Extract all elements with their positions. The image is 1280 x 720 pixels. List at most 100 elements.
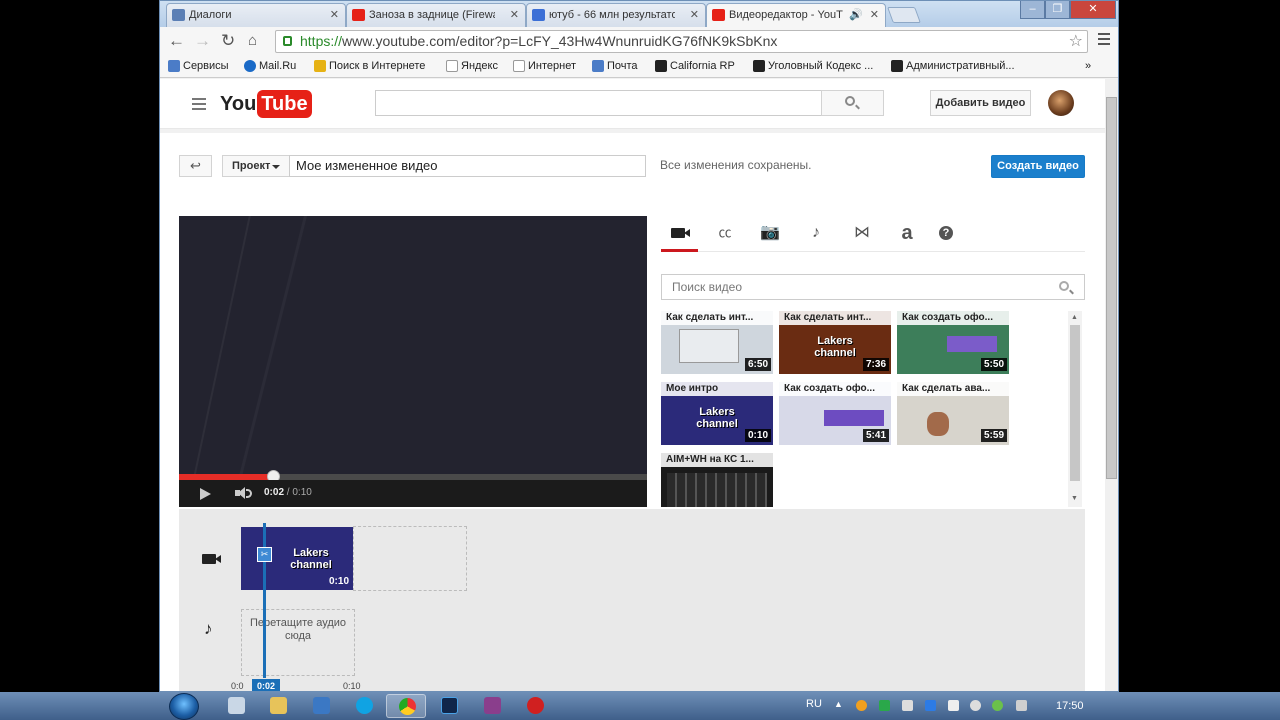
audio-drop-zone[interactable]: Перетащите аудио сюда [241,609,355,676]
library-video[interactable]: AIM+WH на КС 1... [661,453,773,507]
taskbar-recorder[interactable] [515,694,555,718]
youtube-logo[interactable]: You Tube [220,90,312,118]
time-display: 0:02 / 0:10 [264,487,312,498]
bookmark-yandex[interactable]: Яндекс [446,60,498,72]
timeline: ♪ Lakers channel 0:10 Перетащите аудио сю… [179,509,1085,691]
cc-icon[interactable]: ㏄ [714,224,736,242]
bookmark-star-icon[interactable]: ☆ [1069,31,1083,52]
tray-app-icon[interactable] [902,700,913,711]
library-video[interactable]: Как сделать инт... 6:50 [661,311,773,374]
site-icon [891,60,903,72]
taskbar-explorer-libs[interactable] [216,694,256,718]
bookmark-mailru[interactable]: Mail.Ru [244,60,296,72]
library-scroll-thumb[interactable] [1070,325,1080,481]
forward-arrow-icon[interactable]: → [194,31,211,51]
search-input[interactable] [375,90,823,116]
back-arrow-icon[interactable]: ← [168,31,185,51]
reload-icon[interactable]: ↻ [221,31,235,51]
archiver-icon [484,697,501,714]
bookmarks-more[interactable]: » [1085,60,1091,72]
volume-tray-icon[interactable] [970,700,981,711]
search-icon [1059,281,1069,291]
video-player[interactable]: 0:02 / 0:10 [179,216,647,507]
start-button[interactable] [169,693,199,720]
chrome-menu-icon[interactable] [1098,33,1110,47]
project-title-input[interactable]: Мое измененное видео [289,155,646,177]
taskbar-app[interactable] [301,694,341,718]
tab-search[interactable]: ютуб - 66 млн результато ✕ [526,3,706,27]
text-icon[interactable]: a [896,223,918,243]
page-icon [446,60,458,72]
mail-icon [592,60,604,72]
library-video[interactable]: Lakers channel Как сделать инт... 7:36 [779,311,891,374]
minimize-button[interactable]: – [1020,1,1045,19]
clock[interactable]: 17:50 [1056,700,1084,712]
tray-app-icon[interactable] [879,700,890,711]
desktop: Диалоги ✕ Заноза в заднице (Firewa ✕ юту… [0,0,1280,720]
browser-toolbar: ← → ↻ ⌂ https://www.youtube.com/editor?p… [160,27,1118,56]
bookmark-services[interactable]: Сервисы [168,60,229,72]
close-tab-icon[interactable]: ✕ [690,8,699,21]
taskbar-chrome[interactable] [386,694,426,718]
taskbar-archiver[interactable] [472,694,512,718]
library-scrollbar[interactable]: ▲ ▼ [1068,311,1082,507]
close-tab-icon[interactable]: ✕ [870,8,879,21]
library-video[interactable]: Как создать офо... 5:50 [897,311,1009,374]
active-tab-indicator [661,249,698,252]
new-tab-button[interactable] [887,7,921,23]
bookmark-california[interactable]: California RP [655,60,735,72]
video-camera-icon[interactable] [667,224,690,242]
scroll-down-icon[interactable]: ▼ [1071,495,1078,502]
tab-dialogs[interactable]: Диалоги ✕ [166,3,346,27]
play-icon[interactable] [200,488,211,500]
windows-flag-icon[interactable] [925,700,936,711]
video-drop-zone[interactable] [353,526,467,591]
taskbar-photoshop[interactable] [429,694,469,718]
bookmark-internet[interactable]: Интернет [513,60,576,72]
tray-expand-icon[interactable]: ▲ [834,699,843,709]
library-video[interactable]: Как создать офо... 5:41 [779,382,891,445]
taskbar-skype[interactable] [344,694,384,718]
folder-icon [270,697,287,714]
scroll-up-icon[interactable]: ▲ [1071,314,1078,321]
library-video[interactable]: Lakers channel Мое интро 0:10 [661,382,773,445]
guide-menu-icon[interactable] [192,98,206,113]
tray-app-icon[interactable] [1016,700,1027,711]
video-search-input[interactable]: Поиск видео [661,274,1085,300]
lock-icon [283,36,292,46]
page-scrollbar[interactable] [1105,79,1118,691]
address-bar[interactable]: https://www.youtube.com/editor?p=LcFY_43… [275,30,1088,53]
music-note-icon[interactable]: ♪ [805,224,827,242]
video-track-icon [202,549,221,569]
mailru-icon [244,60,256,72]
transitions-icon[interactable]: ⋈ [851,224,873,242]
page-scroll-thumb[interactable] [1106,97,1117,479]
home-icon[interactable]: ⌂ [248,32,257,49]
tab-zanoza[interactable]: Заноза в заднице (Firewa ✕ [346,3,526,27]
bookmark-mail[interactable]: Почта [592,60,638,72]
volume-icon[interactable] [235,487,253,500]
upload-button[interactable]: Добавить видео [930,90,1031,116]
close-tab-icon[interactable]: ✕ [330,8,339,21]
taskbar-explorer[interactable] [258,694,298,718]
close-tab-icon[interactable]: ✕ [510,8,519,21]
library-video[interactable]: Как сделать ава... 5:59 [897,382,1009,445]
tab-video-editor[interactable]: Видеоредактор - YouT 🔊 ✕ [706,3,886,27]
camera-photo-icon[interactable]: 📷 [759,224,781,242]
tray-app-icon[interactable] [856,700,867,711]
create-video-button[interactable]: Создать видео [991,155,1085,178]
bookmark-search[interactable]: Поиск в Интернете [314,60,425,72]
network-icon[interactable] [948,700,959,711]
tray-app-icon[interactable] [992,700,1003,711]
search-button[interactable] [821,90,884,116]
project-dropdown[interactable]: Проект [222,155,290,177]
maximize-button[interactable]: ❐ [1045,1,1070,19]
avatar[interactable] [1048,90,1074,116]
bookmark-administrative[interactable]: Административный... [891,60,1015,72]
back-button[interactable]: ↩ [179,155,212,177]
help-icon[interactable]: ? [939,226,953,240]
language-indicator[interactable]: RU [806,698,822,710]
bookmark-criminal-code[interactable]: Уголовный Кодекс ... [753,60,873,72]
split-clip-icon[interactable]: ✂ [257,547,272,562]
close-window-button[interactable]: ✕ [1070,1,1116,19]
